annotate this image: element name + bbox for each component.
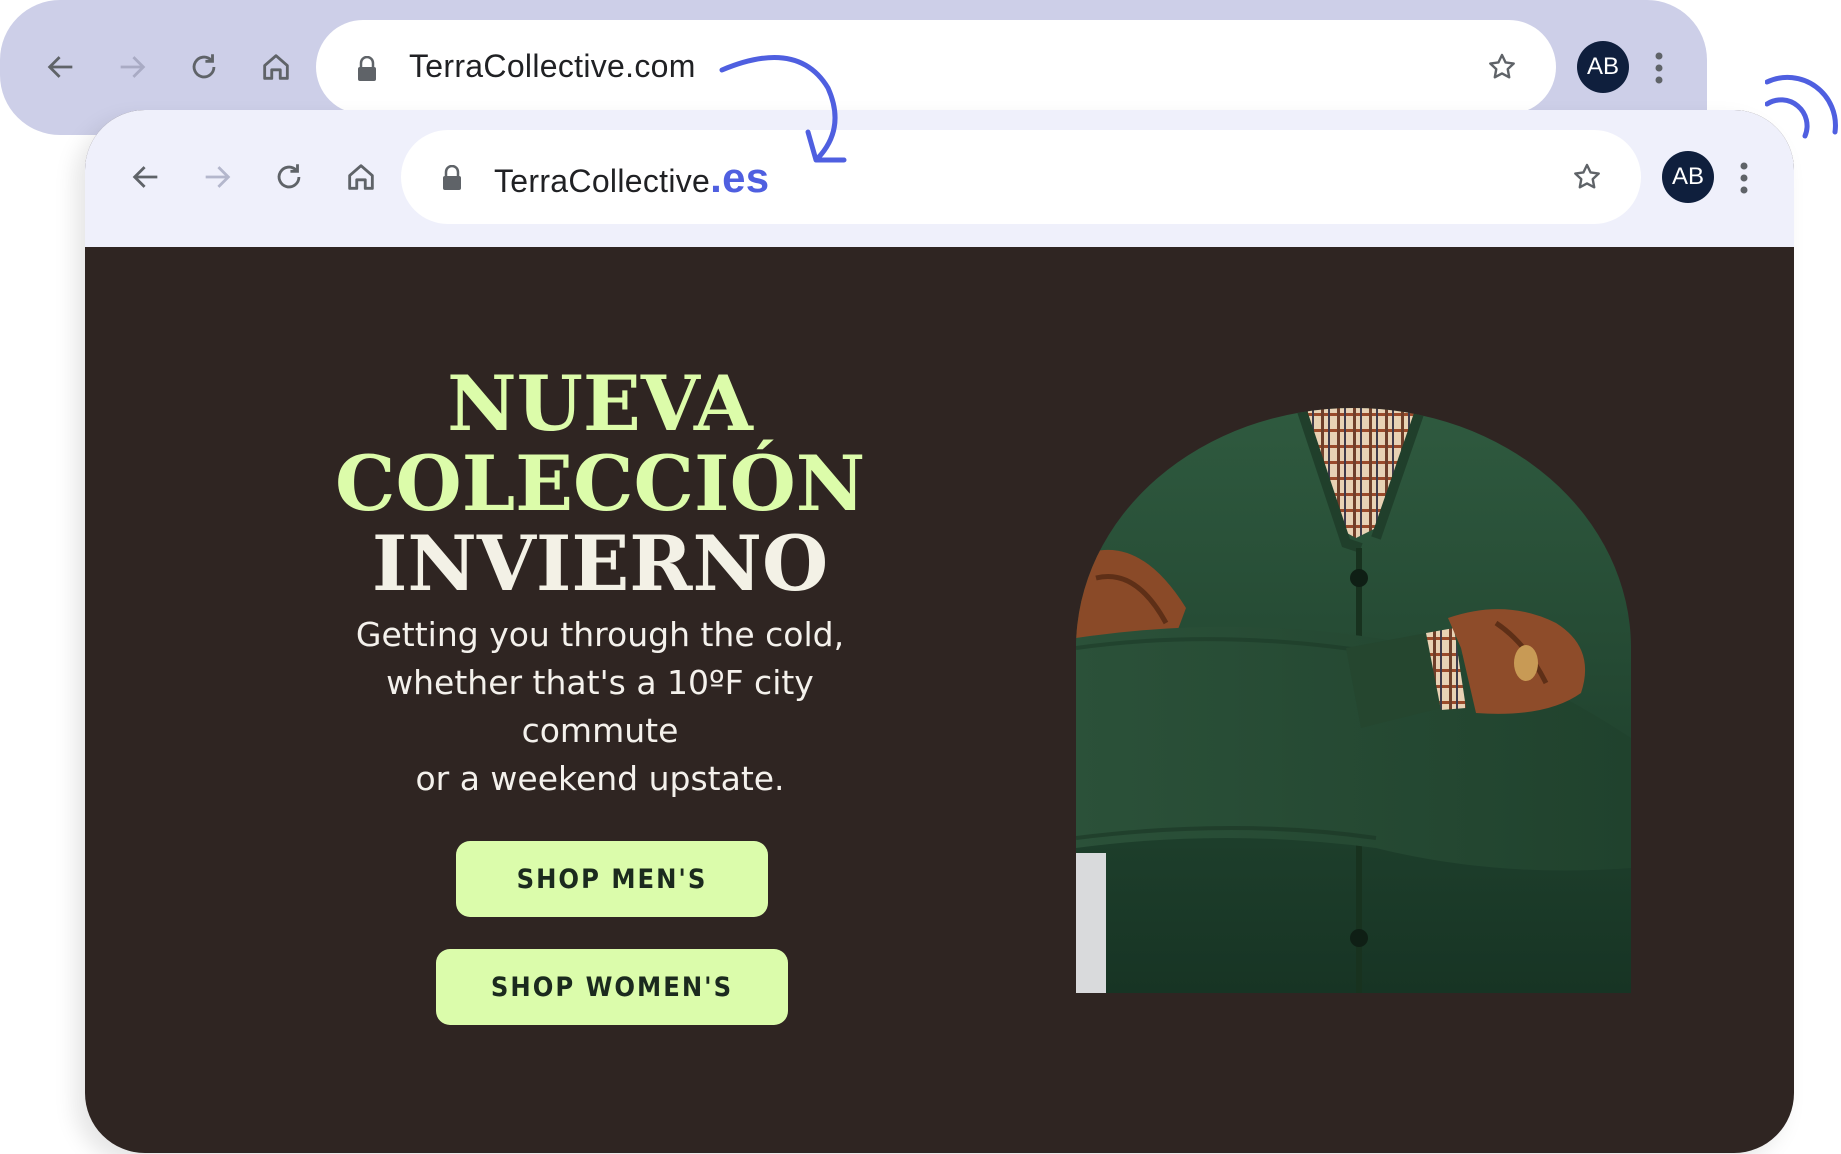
address-bar[interactable]: TerraCollective.es bbox=[401, 130, 1641, 224]
hero-title: NUEVA COLECCIÓN INVIERNO bbox=[335, 364, 865, 604]
url-text: TerraCollective.com bbox=[409, 48, 696, 84]
forward-arrow-icon[interactable] bbox=[193, 153, 241, 201]
curved-arrow-icon bbox=[719, 55, 847, 163]
home-icon[interactable] bbox=[252, 43, 300, 91]
star-icon[interactable] bbox=[1486, 51, 1518, 83]
shop-mens-button[interactable]: SHOP MEN'S bbox=[456, 841, 768, 917]
avatar[interactable]: AB bbox=[1577, 41, 1629, 93]
url-domain: TerraCollective bbox=[494, 163, 711, 199]
reload-icon[interactable] bbox=[265, 153, 313, 201]
hero-title-line1: NUEVA bbox=[447, 359, 753, 448]
home-icon[interactable] bbox=[337, 153, 385, 201]
hero-title-line2: COLECCIÓN bbox=[335, 439, 866, 528]
hero-title-line3: INVIERNO bbox=[371, 519, 829, 608]
reload-icon[interactable] bbox=[180, 43, 228, 91]
browser-toolbar: TerraCollective.es AB bbox=[85, 110, 1794, 247]
hero-subtitle: Getting you through the cold, whether th… bbox=[305, 611, 895, 803]
back-arrow-icon[interactable] bbox=[37, 43, 85, 91]
lock-icon bbox=[358, 56, 376, 81]
lock-icon bbox=[443, 165, 461, 190]
hero-subtitle-line3: or a weekend upstate. bbox=[415, 759, 785, 798]
hero-product-image bbox=[1076, 408, 1631, 993]
avatar[interactable]: AB bbox=[1662, 151, 1714, 203]
hero-subtitle-line1: Getting you through the cold, bbox=[355, 615, 845, 654]
address-bar[interactable]: TerraCollective.com bbox=[316, 20, 1556, 114]
back-arrow-icon[interactable] bbox=[122, 153, 170, 201]
kebab-menu-icon[interactable] bbox=[1738, 161, 1750, 195]
forward-arrow-icon[interactable] bbox=[108, 43, 156, 91]
shop-womens-button[interactable]: SHOP WOMEN'S bbox=[436, 949, 788, 1025]
star-icon[interactable] bbox=[1571, 161, 1603, 193]
hero-subtitle-line2: whether that's a 10ºF city commute bbox=[386, 663, 814, 750]
foreground-browser-window: TerraCollective.es AB NUEVA COLECCIÓN IN… bbox=[85, 110, 1794, 1153]
kebab-menu-icon[interactable] bbox=[1653, 51, 1665, 85]
